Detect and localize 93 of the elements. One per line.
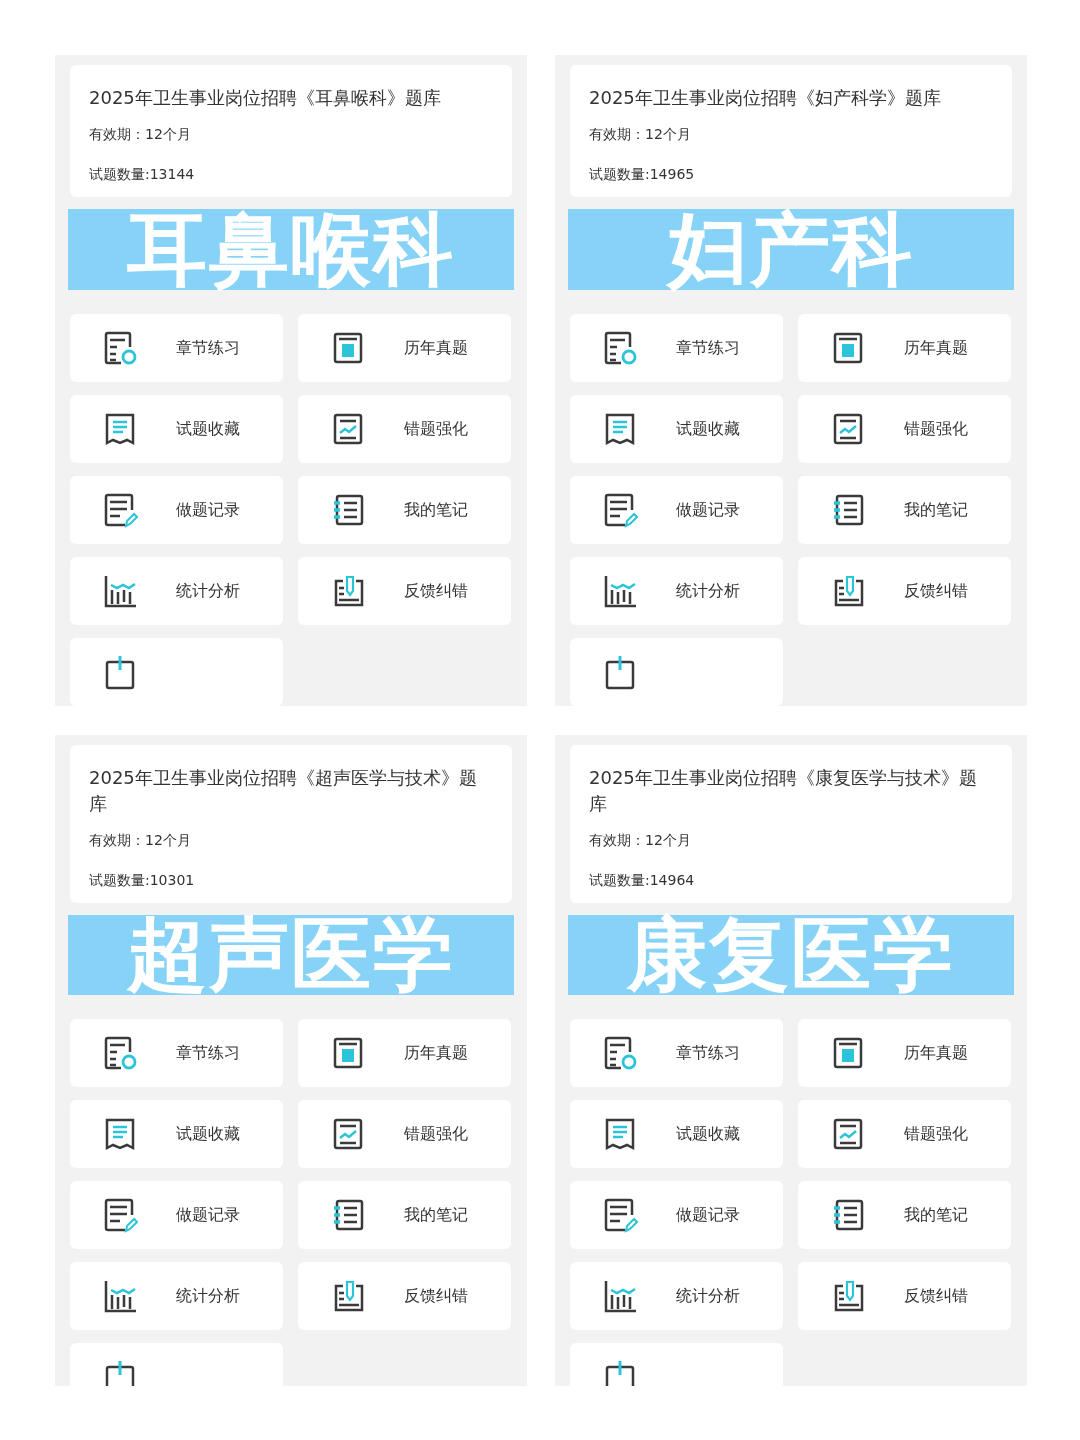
- course-title: 2025年卫生事业岗位招聘《妇产科学》题库: [589, 86, 942, 110]
- menu-label: 错题强化: [904, 1123, 968, 1145]
- menu-label: 试题收藏: [676, 418, 740, 440]
- menu-label: 我的笔记: [904, 1204, 968, 1226]
- menu-tile[interactable]: 章节练习: [70, 1019, 283, 1087]
- bar-chart-icon: [102, 1278, 138, 1314]
- menu-tile[interactable]: 我的笔记: [298, 1181, 511, 1249]
- menu-tile[interactable]: 试题收藏: [570, 1100, 783, 1168]
- menu-tile[interactable]: 我的笔记: [798, 1181, 1011, 1249]
- course-title: 2025年卫生事业岗位招聘《康复医学与技术》题库: [589, 766, 978, 816]
- menu-tile[interactable]: 做题记录: [570, 476, 783, 544]
- menu-tile[interactable]: 历年真题: [298, 1019, 511, 1087]
- menu-tile[interactable]: 统计分析: [570, 1262, 783, 1330]
- list-refresh-icon: [602, 330, 638, 366]
- menu-tile[interactable]: 做题记录: [70, 1181, 283, 1249]
- validity-text: 有效期：12个月: [89, 831, 192, 849]
- menu-tile[interactable]: 反馈纠错: [798, 1262, 1011, 1330]
- menu-tile[interactable]: 做题记录: [570, 1181, 783, 1249]
- menu-label: 反馈纠错: [404, 580, 468, 602]
- menu-label: 统计分析: [676, 1285, 740, 1307]
- menu-tile[interactable]: 统计分析: [70, 1262, 283, 1330]
- menu-tile[interactable]: 我的笔记: [798, 476, 1011, 544]
- menu-label: 做题记录: [176, 1204, 240, 1226]
- menu-tile[interactable]: 反馈纠错: [298, 1262, 511, 1330]
- edit-note-icon: [602, 492, 638, 528]
- menu-label: 章节练习: [176, 337, 240, 359]
- menu-label: 我的笔记: [404, 499, 468, 521]
- course-title: 2025年卫生事业岗位招聘《超声医学与技术》题库: [89, 766, 478, 816]
- edit-note-icon: [102, 1197, 138, 1233]
- bar-chart-icon: [602, 573, 638, 609]
- menu-label: 章节练习: [676, 1042, 740, 1064]
- menu-tile[interactable]: 错题强化: [298, 1100, 511, 1168]
- menu-label: 做题记录: [676, 499, 740, 521]
- edit-note-icon: [102, 492, 138, 528]
- list-refresh-icon: [102, 1035, 138, 1071]
- menu-label: 统计分析: [176, 1285, 240, 1307]
- question-count: 试题数量:14965: [589, 165, 696, 183]
- menu-label: 统计分析: [676, 580, 740, 602]
- menu-tile[interactable]: 试题收藏: [570, 395, 783, 463]
- menu-label: 历年真题: [404, 337, 468, 359]
- subject-banner: 妇产科: [568, 209, 1014, 290]
- menu-label: 章节练习: [676, 337, 740, 359]
- menu-tile[interactable]: 试题收藏: [70, 395, 283, 463]
- list-refresh-icon: [102, 330, 138, 366]
- menu-tile[interactable]: 我的笔记: [298, 476, 511, 544]
- menu-label: 反馈纠错: [404, 1285, 468, 1307]
- menu-tile[interactable]: [570, 638, 783, 706]
- menu-tile[interactable]: 做题记录: [70, 476, 283, 544]
- menu-tile[interactable]: 错题强化: [298, 395, 511, 463]
- menu-tile[interactable]: 统计分析: [70, 557, 283, 625]
- bar-chart-icon: [102, 573, 138, 609]
- menu-tile[interactable]: [70, 638, 283, 706]
- menu-label: 试题收藏: [176, 1123, 240, 1145]
- menu-tile[interactable]: 历年真题: [798, 1019, 1011, 1087]
- menu-label: 错题强化: [404, 418, 468, 440]
- menu-tile[interactable]: 反馈纠错: [298, 557, 511, 625]
- menu-tile[interactable]: 章节练习: [70, 314, 283, 382]
- menu-label: 历年真题: [904, 1042, 968, 1064]
- question-count: 试题数量:13144: [89, 165, 196, 183]
- menu-label: 历年真题: [404, 1042, 468, 1064]
- validity-text: 有效期：12个月: [89, 125, 192, 143]
- menu-tile[interactable]: 历年真题: [298, 314, 511, 382]
- menu-label: 错题强化: [904, 418, 968, 440]
- menu-label: 历年真题: [904, 337, 968, 359]
- list-refresh-icon: [602, 1035, 638, 1071]
- menu-label: 试题收藏: [176, 418, 240, 440]
- question-count: 试题数量:10301: [89, 871, 196, 889]
- menu-label: 我的笔记: [404, 1204, 468, 1226]
- menu-tile[interactable]: 章节练习: [570, 1019, 783, 1087]
- menu-label: 错题强化: [404, 1123, 468, 1145]
- menu-tile[interactable]: 统计分析: [570, 557, 783, 625]
- menu-label: 试题收藏: [676, 1123, 740, 1145]
- subject-banner: 超声医学: [68, 915, 514, 995]
- menu-tile[interactable]: 历年真题: [798, 314, 1011, 382]
- menu-tile[interactable]: 错题强化: [798, 395, 1011, 463]
- menu-label: 统计分析: [176, 580, 240, 602]
- validity-text: 有效期：12个月: [589, 831, 692, 849]
- menu-label: 做题记录: [676, 1204, 740, 1226]
- course-title: 2025年卫生事业岗位招聘《耳鼻喉科》题库: [89, 86, 442, 110]
- menu-label: 反馈纠错: [904, 580, 968, 602]
- subject-banner: 耳鼻喉科: [68, 209, 514, 290]
- menu-tile[interactable]: 试题收藏: [70, 1100, 283, 1168]
- menu-label: 我的笔记: [904, 499, 968, 521]
- menu-label: 反馈纠错: [904, 1285, 968, 1307]
- question-count: 试题数量:14964: [589, 871, 696, 889]
- validity-text: 有效期：12个月: [589, 125, 692, 143]
- menu-tile[interactable]: 章节练习: [570, 314, 783, 382]
- menu-label: 章节练习: [176, 1042, 240, 1064]
- menu-tile[interactable]: 错题强化: [798, 1100, 1011, 1168]
- bar-chart-icon: [602, 1278, 638, 1314]
- menu-label: 做题记录: [176, 499, 240, 521]
- menu-tile[interactable]: 反馈纠错: [798, 557, 1011, 625]
- edit-note-icon: [602, 1197, 638, 1233]
